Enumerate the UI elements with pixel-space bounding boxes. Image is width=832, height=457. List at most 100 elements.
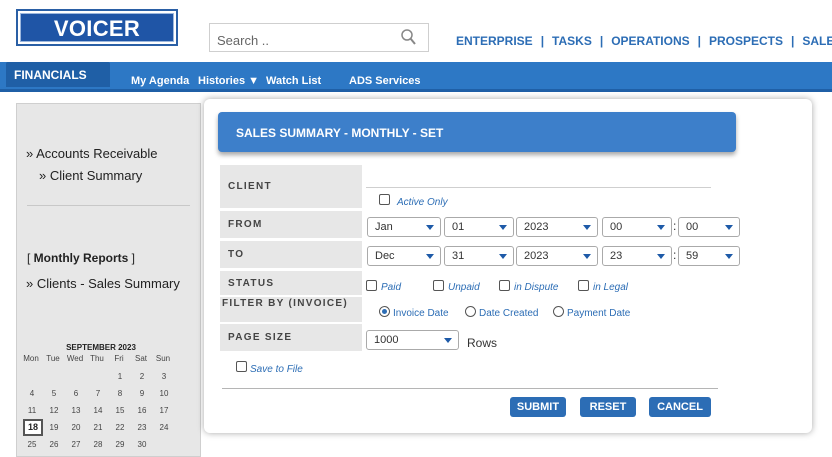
header: VOICER SUITE Search .. ENTERPRISE | TASKS |… (0, 0, 832, 70)
calendar-day[interactable]: 1 (111, 372, 129, 381)
reset-button[interactable]: RESET (580, 397, 636, 417)
status-dispute-checkbox[interactable] (499, 280, 510, 291)
calendar-day[interactable]: 19 (45, 423, 63, 432)
page-size-select[interactable]: 1000 (366, 330, 459, 350)
calendar-weekday: Fri (114, 354, 124, 363)
chevron-down-icon (426, 225, 434, 230)
calendar-day[interactable]: 22 (111, 423, 129, 432)
search-icon[interactable] (400, 28, 418, 46)
sidebar-item-clients-sales-summary[interactable]: » Clients - Sales Summary (26, 276, 180, 291)
calendar-day[interactable]: 30 (133, 440, 151, 449)
to-year-select[interactable]: 2023 (516, 246, 598, 266)
calendar-day[interactable]: 13 (67, 406, 85, 415)
calendar-day[interactable]: 15 (111, 406, 129, 415)
to-hour-value: 23 (610, 250, 623, 262)
from-month-select[interactable]: Jan (367, 217, 441, 237)
report-form-panel: SALES SUMMARY - MONTHLY - SET CLIENT FRO… (204, 99, 812, 433)
tab-financials[interactable]: FINANCIALS (6, 62, 110, 87)
nav-ads-services[interactable]: ADS Services (349, 75, 421, 87)
cancel-button[interactable]: CANCEL (649, 397, 711, 417)
chevron-down-icon (499, 225, 507, 230)
page-title: SALES SUMMARY - MONTHLY - SET (218, 112, 736, 152)
nav-my-agenda[interactable]: My Agenda (131, 75, 189, 87)
calendar-day[interactable]: 23 (133, 423, 151, 432)
calendar-day[interactable]: 20 (67, 423, 85, 432)
calendar-day[interactable]: 14 (89, 406, 107, 415)
status-unpaid-checkbox[interactable] (433, 280, 444, 291)
nav-tasks[interactable]: TASKS (552, 34, 592, 48)
to-day-select[interactable]: 31 (444, 246, 514, 266)
nav-separator: | (697, 34, 701, 48)
calendar-day[interactable]: 7 (89, 389, 107, 398)
active-only-checkbox[interactable] (379, 194, 390, 205)
reports-heading-text: Monthly Reports (33, 251, 129, 265)
to-month-select[interactable]: Dec (367, 246, 441, 266)
calendar-day[interactable]: 4 (23, 389, 41, 398)
active-only-label: Active Only (397, 197, 448, 208)
from-year-select[interactable]: 2023 (516, 217, 598, 237)
calendar-day[interactable]: 11 (23, 406, 41, 415)
calendar-day[interactable]: 5 (45, 389, 63, 398)
status-dispute-label: in Dispute (514, 282, 559, 293)
nav-watch-list[interactable]: Watch List (266, 75, 321, 87)
sidebar-item-accounts-receivable[interactable]: » Accounts Receivable (26, 146, 158, 161)
calendar-day[interactable]: 9 (133, 389, 151, 398)
calendar-day[interactable]: 17 (155, 406, 173, 415)
calendar-weekday: Sun (155, 354, 171, 363)
nav-prospects[interactable]: PROSPECTS (709, 34, 783, 48)
nav-separator: | (599, 34, 604, 48)
calendar-day[interactable]: 21 (89, 423, 107, 432)
nav-sales[interactable]: SALES (802, 34, 832, 48)
calendar-day[interactable]: 8 (111, 389, 129, 398)
from-minute-select[interactable]: 00 (678, 217, 740, 237)
status-paid-checkbox[interactable] (366, 280, 377, 291)
calendar-day-today[interactable]: 18 (23, 419, 43, 436)
to-hour-select[interactable]: 23 (602, 246, 672, 266)
chevron-down-icon (444, 338, 452, 343)
logo[interactable]: VOICER SUITE (16, 9, 178, 70)
calendar-day[interactable]: 25 (23, 440, 41, 449)
to-minute-select[interactable]: 59 (678, 246, 740, 266)
calendar-day[interactable]: 2 (133, 372, 151, 381)
calendar-day[interactable]: 26 (45, 440, 63, 449)
sidebar-item-client-summary[interactable]: » Client Summary (39, 168, 142, 183)
calendar-day[interactable]: 10 (155, 389, 173, 398)
chevron-down-icon (499, 254, 507, 259)
calendar-day[interactable]: 6 (67, 389, 85, 398)
calendar-day[interactable]: 29 (111, 440, 129, 449)
status-legal-checkbox[interactable] (578, 280, 589, 291)
calendar-day[interactable]: 24 (155, 423, 173, 432)
nav-histories-dropdown[interactable]: Histories ▼ (198, 75, 259, 87)
calendar-weekday: Sat (134, 354, 147, 363)
label-filter-by: FILTER BY (INVOICE) (220, 297, 362, 322)
search-input[interactable]: Search .. (209, 23, 429, 52)
filter-payment-date-radio[interactable] (553, 306, 564, 317)
to-year-value: 2023 (524, 250, 549, 262)
filter-date-created-radio[interactable] (465, 306, 476, 317)
calendar-day[interactable]: 12 (45, 406, 63, 415)
chevron-down-icon (725, 254, 733, 259)
label-page-size: PAGE SIZE (220, 324, 362, 351)
client-input[interactable] (366, 187, 711, 188)
filter-payment-date-label: Payment Date (567, 308, 631, 319)
submit-button[interactable]: SUBMIT (510, 397, 566, 417)
from-hour-select[interactable]: 00 (602, 217, 672, 237)
calendar-day[interactable]: 27 (67, 440, 85, 449)
filter-invoice-date-radio[interactable] (379, 306, 390, 317)
calendar-day[interactable]: 3 (155, 372, 173, 381)
from-hour-value: 00 (610, 221, 623, 233)
from-day-select[interactable]: 01 (444, 217, 514, 237)
save-to-file-checkbox[interactable] (236, 361, 247, 372)
calendar-day[interactable]: 28 (89, 440, 107, 449)
from-minute-value: 00 (686, 221, 699, 233)
calendar-weekday: Thu (90, 354, 104, 363)
form-divider (222, 388, 718, 389)
nav-operations[interactable]: OPERATIONS (611, 34, 689, 48)
calendar-day[interactable]: 16 (133, 406, 151, 415)
nav-enterprise[interactable]: ENTERPRISE (456, 34, 533, 48)
page-size-value: 1000 (374, 334, 399, 346)
nav-separator: | (791, 34, 795, 48)
sidebar-divider (27, 205, 190, 206)
chevron-down-icon (725, 225, 733, 230)
chevron-down-icon (657, 254, 665, 259)
